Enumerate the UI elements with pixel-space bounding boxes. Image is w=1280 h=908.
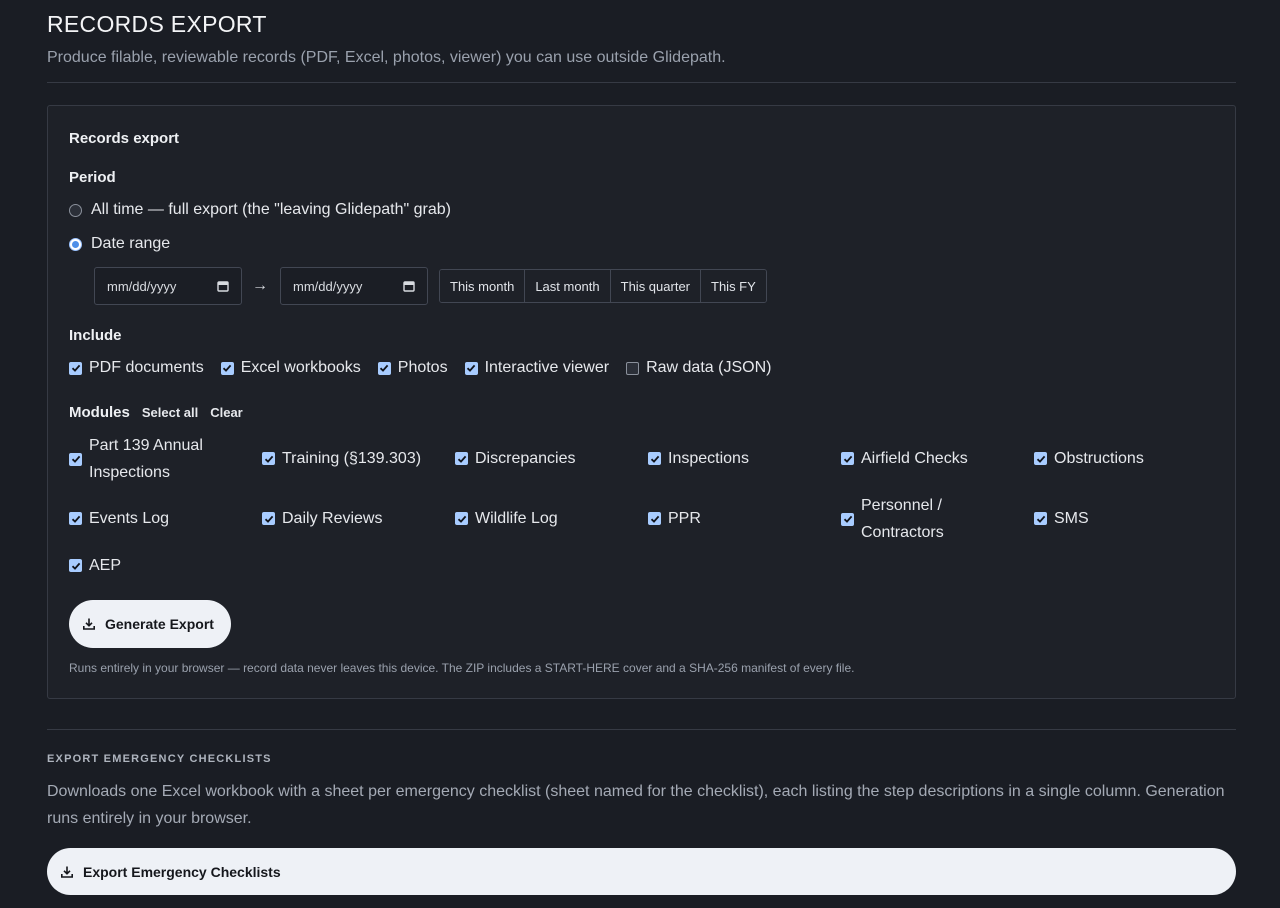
- preset-this-quarter[interactable]: This quarter: [610, 270, 702, 302]
- include-pdf[interactable]: PDF documents: [69, 359, 204, 377]
- generate-export-label: Generate Export: [105, 616, 214, 632]
- page-title: RECORDS EXPORT: [47, 11, 267, 37]
- module-ppr[interactable]: PPR: [648, 505, 828, 532]
- module-discrepancies[interactable]: Discrepancies: [455, 445, 635, 472]
- modules-label: Modules: [69, 404, 130, 421]
- modules-header: Modules Select all Clear: [69, 404, 243, 421]
- page-subtitle: Produce filable, reviewable records (PDF…: [47, 49, 726, 66]
- calendar-icon[interactable]: [403, 280, 415, 292]
- records-export-page: RECORDS EXPORT Produce filable, reviewab…: [47, 0, 1236, 908]
- preset-last-month[interactable]: Last month: [525, 270, 611, 302]
- checkbox[interactable]: [377, 361, 391, 375]
- preset-this-fy[interactable]: This FY: [701, 270, 766, 302]
- include-label-text: Photos: [397, 359, 448, 376]
- radio-date-range[interactable]: Date range: [69, 235, 170, 253]
- date-to-input[interactable]: mm/dd/yyyy: [280, 267, 428, 305]
- export-emergency-label: Export Emergency Checklists: [83, 863, 281, 880]
- radio-label: Date range: [91, 235, 171, 252]
- module-inspections[interactable]: Inspections: [648, 445, 828, 472]
- module-training[interactable]: Training (§139.303): [262, 445, 442, 472]
- module-label: Wildlife Log: [475, 510, 558, 527]
- radio-button[interactable]: [69, 237, 82, 251]
- module-daily-reviews[interactable]: Daily Reviews: [262, 505, 442, 532]
- include-excel[interactable]: Excel workbooks: [220, 359, 361, 377]
- checkbox[interactable]: [1034, 452, 1047, 465]
- module-label: Inspections: [668, 450, 749, 467]
- checkbox[interactable]: [841, 452, 854, 465]
- radio-button[interactable]: [69, 203, 82, 217]
- module-label: Personnel / Contractors: [861, 497, 944, 541]
- module-obstructions[interactable]: Obstructions: [1034, 445, 1214, 472]
- checkbox[interactable]: [455, 452, 468, 465]
- module-label: AEP: [89, 557, 122, 574]
- module-label: PPR: [668, 510, 701, 527]
- checkbox[interactable]: [464, 361, 478, 375]
- checkbox[interactable]: [262, 512, 275, 525]
- checkbox[interactable]: [841, 512, 854, 526]
- export-footnote: Runs entirely in your browser — record d…: [69, 661, 855, 675]
- module-events-log[interactable]: Events Log: [69, 505, 249, 532]
- checkbox[interactable]: [262, 452, 275, 465]
- include-label-text: Raw data (JSON): [646, 359, 772, 376]
- checkbox[interactable]: [69, 559, 82, 572]
- include-label-text: PDF documents: [89, 359, 204, 376]
- period-label: Period: [69, 169, 116, 186]
- include-label-text: Excel workbooks: [240, 359, 361, 376]
- radio-label: All time — full export (the "leaving Gli…: [91, 201, 451, 218]
- export-emergency-checklists-button[interactable]: Export Emergency Checklists: [47, 848, 1236, 895]
- checkbox[interactable]: [69, 361, 82, 375]
- radio-all-time[interactable]: All time — full export (the "leaving Gli…: [69, 201, 451, 219]
- include-options: PDF documents Excel workbooks Photos Int…: [69, 359, 788, 377]
- module-label: Discrepancies: [475, 450, 576, 467]
- divider: [47, 729, 1236, 730]
- checkbox[interactable]: [220, 361, 234, 375]
- records-export-card: Records export Period All time — full ex…: [47, 105, 1236, 699]
- date-to-placeholder: mm/dd/yyyy: [293, 278, 363, 294]
- emergency-description: Downloads one Excel workbook with a shee…: [47, 783, 1225, 827]
- module-label: Daily Reviews: [282, 510, 383, 527]
- checkbox[interactable]: [69, 512, 82, 525]
- date-from-input[interactable]: mm/dd/yyyy: [94, 267, 242, 305]
- checkbox[interactable]: [1034, 512, 1047, 525]
- module-wildlife-log[interactable]: Wildlife Log: [455, 505, 635, 532]
- date-from-placeholder: mm/dd/yyyy: [107, 278, 177, 294]
- include-label-text: Interactive viewer: [484, 359, 610, 376]
- download-icon: [61, 866, 73, 878]
- checkbox[interactable]: [648, 452, 661, 465]
- divider: [47, 82, 1236, 83]
- emergency-section-label: EXPORT EMERGENCY CHECKLISTS: [47, 753, 272, 765]
- module-label: Events Log: [89, 510, 170, 527]
- checkbox[interactable]: [455, 512, 468, 525]
- include-raw-json[interactable]: Raw data (JSON): [626, 359, 771, 377]
- include-label: Include: [69, 327, 122, 344]
- period-presets: This month Last month This quarter This …: [439, 269, 767, 303]
- calendar-icon[interactable]: [217, 280, 229, 292]
- checkbox[interactable]: [626, 361, 640, 375]
- include-viewer[interactable]: Interactive viewer: [464, 359, 610, 377]
- module-sms[interactable]: SMS: [1034, 505, 1214, 532]
- module-label: Airfield Checks: [861, 450, 968, 467]
- checkbox[interactable]: [69, 452, 82, 466]
- module-label: Part 139 Annual Inspections: [89, 437, 203, 481]
- card-title: Records export: [69, 130, 180, 147]
- module-label: Training (§139.303): [282, 450, 422, 467]
- preset-this-month[interactable]: This month: [440, 270, 526, 302]
- range-arrow: →: [252, 277, 268, 294]
- include-photos[interactable]: Photos: [377, 359, 448, 377]
- module-part139[interactable]: Part 139 Annual Inspections: [69, 432, 234, 486]
- download-icon: [83, 618, 95, 630]
- module-label: SMS: [1054, 510, 1089, 527]
- generate-export-button[interactable]: Generate Export: [69, 600, 231, 648]
- module-label: Obstructions: [1054, 450, 1144, 467]
- select-all-button[interactable]: Select all: [142, 405, 198, 420]
- module-personnel[interactable]: Personnel / Contractors: [841, 492, 971, 546]
- module-aep[interactable]: AEP: [69, 552, 249, 579]
- clear-button[interactable]: Clear: [210, 405, 243, 420]
- module-airfield-checks[interactable]: Airfield Checks: [841, 445, 1021, 472]
- checkbox[interactable]: [648, 512, 661, 525]
